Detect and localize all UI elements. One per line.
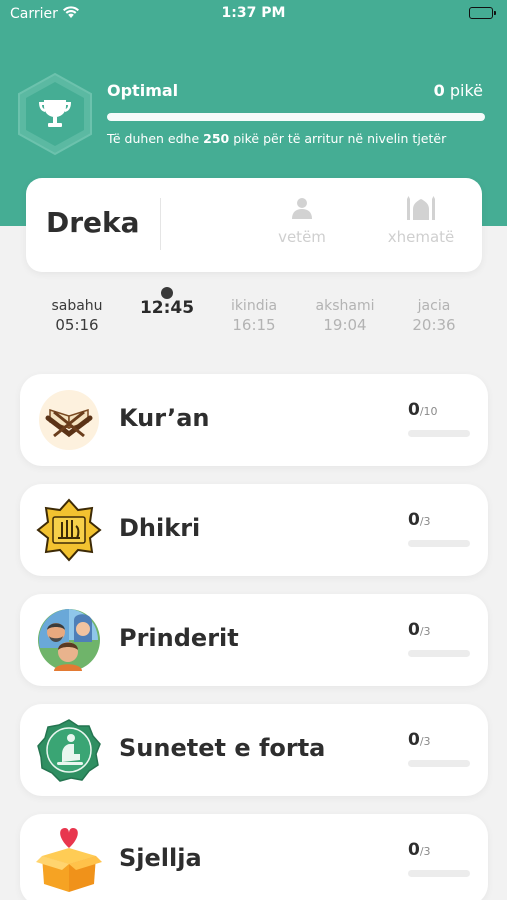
level-hint: Të duhen edhe 250 pikë për të arritur në… bbox=[107, 131, 446, 146]
prayer-time-value: 19:04 bbox=[323, 316, 367, 334]
prayer-time-name: jacia bbox=[417, 298, 451, 314]
activity-progress-bar bbox=[408, 540, 470, 547]
parents-icon bbox=[36, 608, 102, 672]
activity-progress-bar bbox=[408, 650, 470, 657]
pray-congregation-button[interactable]: xhematë bbox=[376, 196, 466, 246]
activity-score-value: 0 bbox=[408, 620, 420, 640]
prayer-time-dreka[interactable]: 12:45 bbox=[122, 284, 212, 318]
activity-score-value: 0 bbox=[408, 510, 420, 530]
status-time: 1:37 PM bbox=[221, 5, 286, 21]
activity-score-max: /3 bbox=[419, 515, 431, 528]
battery-icon bbox=[469, 7, 496, 19]
divider bbox=[160, 198, 161, 250]
activity-score: 0/3 bbox=[408, 620, 431, 640]
activity-title: Dhikri bbox=[119, 514, 201, 542]
level-name: Optimal bbox=[107, 81, 179, 100]
prayer-time-jacia[interactable]: jacia 20:36 bbox=[389, 284, 479, 334]
pray-alone-label: vetëm bbox=[278, 228, 326, 246]
prayer-time-ikindia[interactable]: ikindia 16:15 bbox=[209, 284, 299, 334]
prayer-time-value: 20:36 bbox=[412, 316, 456, 334]
activity-score-value: 0 bbox=[408, 730, 420, 750]
level-hint-prefix: Të duhen edhe bbox=[107, 131, 200, 146]
prayer-time-value: 12:45 bbox=[139, 298, 195, 318]
prayer-time-value: 16:15 bbox=[232, 316, 276, 334]
activity-card-sjellja[interactable]: Sjellja 0/3 bbox=[20, 814, 488, 900]
prayer-time-sabahu[interactable]: sabahu 05:16 bbox=[32, 284, 122, 334]
points-value: 0 bbox=[433, 81, 445, 100]
activity-score: 0/3 bbox=[408, 510, 431, 530]
pray-alone-button[interactable]: vetëm bbox=[257, 196, 347, 246]
points-display: 0 pikë bbox=[434, 81, 483, 100]
activity-score-max: /3 bbox=[419, 625, 431, 638]
prayer-time-name: akshami bbox=[315, 298, 375, 314]
level-hint-points: 250 bbox=[203, 131, 230, 146]
activity-title: Sjellja bbox=[119, 844, 202, 872]
prayer-time-akshami[interactable]: akshami 19:04 bbox=[300, 284, 390, 334]
allah-calligraphy-icon bbox=[36, 498, 102, 562]
activity-title: Sunetet e forta bbox=[119, 734, 326, 762]
prayer-time-value: 05:16 bbox=[55, 316, 99, 334]
activity-card-sunetet[interactable]: Sunetet e forta 0/3 bbox=[20, 704, 488, 796]
activity-score-max: /3 bbox=[419, 845, 431, 858]
trophy-icon[interactable] bbox=[16, 72, 94, 156]
activity-score: 0/10 bbox=[408, 400, 438, 420]
level-progress-bar bbox=[107, 113, 485, 121]
activity-score-max: /10 bbox=[419, 405, 438, 418]
current-prayer-name: Dreka bbox=[46, 206, 140, 239]
prayer-time-name: sabahu bbox=[51, 298, 103, 314]
activity-score-value: 0 bbox=[408, 840, 420, 860]
activity-score: 0/3 bbox=[408, 840, 431, 860]
current-prayer-dot bbox=[161, 287, 173, 299]
quran-icon bbox=[36, 388, 102, 452]
activity-card-quran[interactable]: Kur’an 0/10 bbox=[20, 374, 488, 466]
pray-congregation-label: xhematë bbox=[387, 228, 455, 246]
activity-title: Kur’an bbox=[119, 404, 210, 432]
mosque-icon bbox=[406, 196, 436, 224]
prayer-time-name: ikindia bbox=[230, 298, 278, 314]
activity-progress-bar bbox=[408, 760, 470, 767]
status-bar: Carrier 1:37 PM bbox=[0, 0, 507, 30]
activity-card-prinderit[interactable]: Prinderit 0/3 bbox=[20, 594, 488, 686]
activity-score-max: /3 bbox=[419, 735, 431, 748]
current-prayer-card: Dreka vetëm xhematë bbox=[26, 178, 482, 272]
person-icon bbox=[290, 198, 314, 224]
points-unit: pikë bbox=[449, 81, 483, 100]
activity-card-dhikri[interactable]: Dhikri 0/3 bbox=[20, 484, 488, 576]
activity-progress-bar bbox=[408, 430, 470, 437]
prayer-times-row: sabahu 05:16 12:45 ikindia 16:15 akshami… bbox=[0, 284, 507, 344]
gift-box-heart-icon bbox=[36, 828, 102, 892]
activity-title: Prinderit bbox=[119, 624, 239, 652]
activity-progress-bar bbox=[408, 870, 470, 877]
praying-person-icon bbox=[36, 718, 102, 782]
activity-score: 0/3 bbox=[408, 730, 431, 750]
activity-score-value: 0 bbox=[408, 400, 420, 420]
level-hint-suffix: pikë për të arritur në nivelin tjetër bbox=[233, 131, 447, 146]
